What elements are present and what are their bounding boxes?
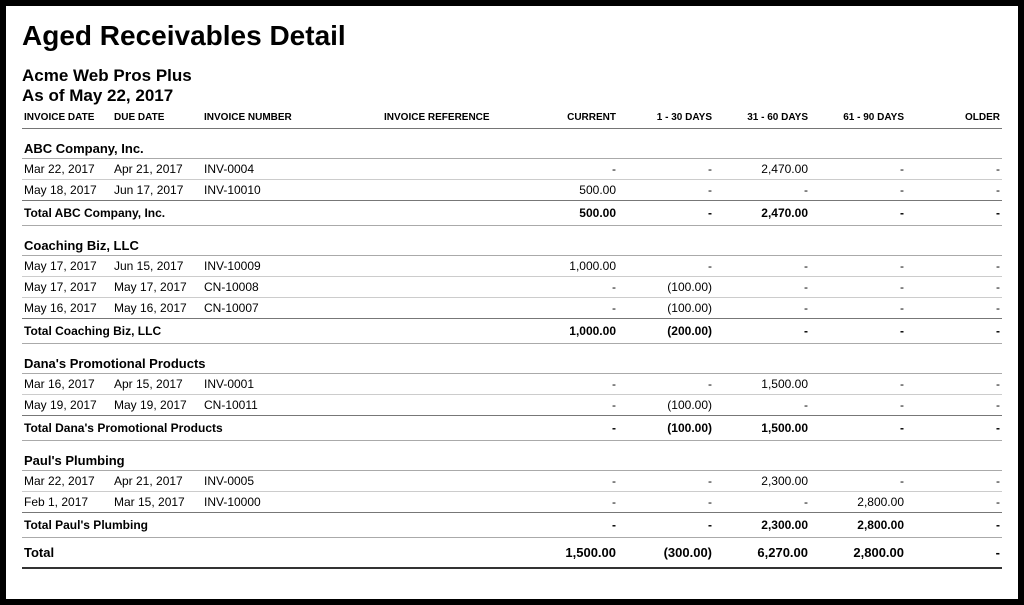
- group-total-row: Total ABC Company, Inc.500.00-2,470.00--: [22, 201, 1002, 226]
- group-name: Dana's Promotional Products: [22, 344, 1002, 374]
- col-due-date: DUE DATE: [112, 110, 202, 129]
- col-invoice-number: INVOICE NUMBER: [202, 110, 382, 129]
- group-name: Paul's Plumbing: [22, 441, 1002, 471]
- group-name: Coaching Biz, LLC: [22, 226, 1002, 256]
- company-name: Acme Web Pros Plus: [22, 66, 1002, 86]
- col-older: OLDER: [906, 110, 1002, 129]
- table-row: May 17, 2017Jun 15, 2017INV-100091,000.0…: [22, 256, 1002, 277]
- group-header: Dana's Promotional Products: [22, 344, 1002, 374]
- col-current: CURRENT: [522, 110, 618, 129]
- col-61-90: 61 - 90 DAYS: [810, 110, 906, 129]
- group-total-label: Total Coaching Biz, LLC: [22, 319, 522, 344]
- table-row: May 18, 2017Jun 17, 2017INV-10010500.00-…: [22, 180, 1002, 201]
- grand-total-label: Total: [22, 538, 522, 569]
- table-row: Mar 22, 2017Apr 21, 2017INV-0005--2,300.…: [22, 471, 1002, 492]
- table-row: May 17, 2017May 17, 2017CN-10008-(100.00…: [22, 277, 1002, 298]
- table-row: Mar 22, 2017Apr 21, 2017INV-0004--2,470.…: [22, 159, 1002, 180]
- as-of-date: As of May 22, 2017: [22, 86, 1002, 106]
- group-total-row: Total Paul's Plumbing--2,300.002,800.00-: [22, 513, 1002, 538]
- group-total-row: Total Dana's Promotional Products-(100.0…: [22, 416, 1002, 441]
- col-1-30: 1 - 30 DAYS: [618, 110, 714, 129]
- grand-total-row: Total1,500.00(300.00)6,270.002,800.00-: [22, 538, 1002, 569]
- col-invoice-date: INVOICE DATE: [22, 110, 112, 129]
- table-row: Feb 1, 2017Mar 15, 2017INV-10000---2,800…: [22, 492, 1002, 513]
- group-total-label: Total Dana's Promotional Products: [22, 416, 522, 441]
- table-row: May 16, 2017May 16, 2017CN-10007-(100.00…: [22, 298, 1002, 319]
- column-header-row: INVOICE DATE DUE DATE INVOICE NUMBER INV…: [22, 110, 1002, 129]
- group-header: Paul's Plumbing: [22, 441, 1002, 471]
- group-total-label: Total Paul's Plumbing: [22, 513, 522, 538]
- group-total-row: Total Coaching Biz, LLC1,000.00(200.00)-…: [22, 319, 1002, 344]
- col-31-60: 31 - 60 DAYS: [714, 110, 810, 129]
- group-header: ABC Company, Inc.: [22, 129, 1002, 159]
- table-row: Mar 16, 2017Apr 15, 2017INV-0001--1,500.…: [22, 374, 1002, 395]
- table-row: May 19, 2017May 19, 2017CN-10011-(100.00…: [22, 395, 1002, 416]
- group-total-label: Total ABC Company, Inc.: [22, 201, 522, 226]
- group-header: Coaching Biz, LLC: [22, 226, 1002, 256]
- report-title: Aged Receivables Detail: [22, 20, 1002, 52]
- aged-receivables-table: INVOICE DATE DUE DATE INVOICE NUMBER INV…: [22, 110, 1002, 569]
- group-name: ABC Company, Inc.: [22, 129, 1002, 159]
- col-invoice-reference: INVOICE REFERENCE: [382, 110, 522, 129]
